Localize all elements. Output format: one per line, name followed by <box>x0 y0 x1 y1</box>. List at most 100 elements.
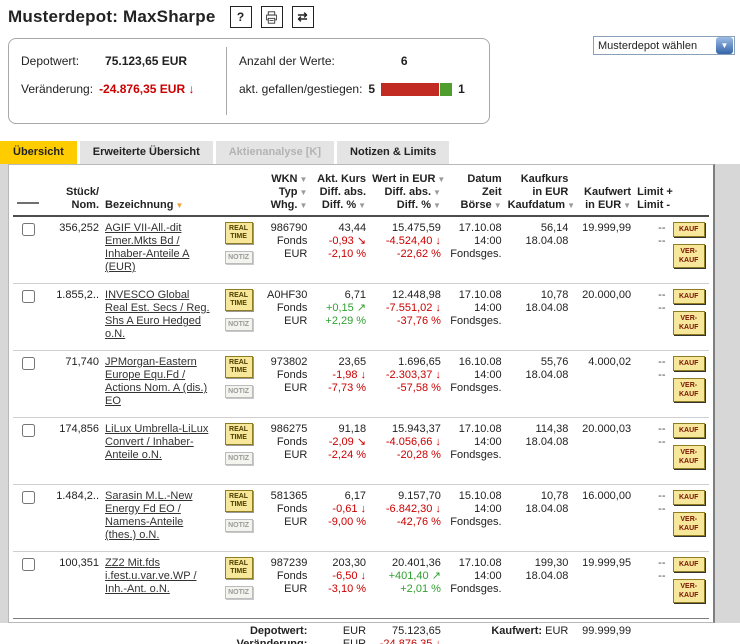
tab-1[interactable]: Übersicht <box>0 141 77 164</box>
kaufwert-cell: 20.000,03 <box>571 417 635 485</box>
fund-name-link[interactable]: Sarasin M.L.-New Energy Fd EO / Namens-A… <box>105 490 192 541</box>
boerse-value: Fondsges. <box>450 583 502 595</box>
notiz-badge[interactable]: NOTIZ <box>224 586 253 599</box>
header-label: in EUR <box>532 186 569 198</box>
wkn-value: 986275 <box>270 423 308 435</box>
row-checkbox[interactable] <box>21 223 35 236</box>
realtime-badge[interactable]: REAL TIME <box>224 222 253 244</box>
notiz-badge[interactable]: NOTIZ <box>224 452 253 465</box>
column-header-wert[interactable]: Wert in EUR ▼ Diff. abs. ▼ Diff. % ▼ <box>369 171 445 217</box>
zeit-value: 14:00 <box>474 436 502 448</box>
sort-arrow-icon[interactable]: ▼ <box>299 201 307 210</box>
fund-name-link[interactable]: ZZ2 Mit.fds i.fest.u.var.ve.WP / Inh.-An… <box>105 557 197 595</box>
kurs-value: 6,71 <box>344 289 367 301</box>
row-checkbox[interactable] <box>21 357 35 370</box>
order-buttons-cell: KAUF VER- KAUF <box>668 417 709 485</box>
print-button[interactable] <box>260 6 283 28</box>
row-checkbox[interactable] <box>21 290 35 303</box>
sort-arrow-icon[interactable]: ▼ <box>299 175 307 184</box>
kauf-button[interactable]: KAUF <box>672 356 705 371</box>
boerse-value: Fondsges. <box>450 248 502 260</box>
kaufkurs-cell: 10,78 18.04.08 <box>504 283 572 351</box>
anzahl-value: 6 <box>400 54 408 68</box>
kaufkurs-value: 199,30 <box>534 557 569 569</box>
refresh-button[interactable]: ⇄ <box>291 6 314 28</box>
table-row: 174,856 LiLux Umbrella-LiLux Convert / I… <box>13 417 709 485</box>
kurs-diff-pct: +2,29 % <box>325 315 367 327</box>
notiz-badge[interactable]: NOTIZ <box>224 385 253 398</box>
header-label: Datum <box>467 173 502 185</box>
column-header-wkn[interactable]: WKN ▼ Typ ▼ Whg. ▼ <box>259 171 311 217</box>
column-header-kaufwert[interactable]: Kaufwert in EUR ▼ <box>571 171 635 217</box>
kurs-diff-pct: -7,73 % <box>328 382 367 394</box>
kurs-cell: 6,71 +0,15 ↗ +2,29 % <box>310 283 370 351</box>
wert-diff-abs: -7.551,02 ↓ <box>385 302 441 314</box>
fund-name-link[interactable]: LiLux Umbrella-LiLux Convert / Inhaber-A… <box>105 423 208 461</box>
verkauf-button[interactable]: VER- KAUF <box>672 244 705 268</box>
notiz-badge[interactable]: NOTIZ <box>224 251 253 264</box>
kurs-diff-abs: -2,09 ↘ <box>328 436 367 448</box>
zeit-value: 14:00 <box>474 503 502 515</box>
sort-arrow-icon[interactable]: ▼ <box>623 201 631 210</box>
order-buttons-cell: KAUF VER- KAUF <box>668 216 709 284</box>
verkauf-button[interactable]: VER- KAUF <box>672 311 705 335</box>
verkauf-button[interactable]: VER- KAUF <box>672 445 705 469</box>
column-header-kaufkurs[interactable]: Kaufkurs in EUR Kaufdatum ▼ <box>504 171 575 217</box>
sort-arrow-icon[interactable]: ▼ <box>175 201 183 210</box>
limit-minus: -- <box>658 503 666 515</box>
depot-select-dropdown[interactable]: Musterdepot wählen ▼ <box>593 36 735 55</box>
whg-value: EUR <box>284 248 308 260</box>
realtime-badge[interactable]: REAL TIME <box>224 490 253 512</box>
realtime-badge[interactable]: REAL TIME <box>224 557 253 579</box>
row-checkbox[interactable] <box>21 424 35 437</box>
sort-arrow-icon[interactable]: ▼ <box>358 201 366 210</box>
notiz-badge[interactable]: NOTIZ <box>224 318 253 331</box>
verkauf-button[interactable]: VER- KAUF <box>672 512 705 536</box>
tab-2[interactable]: Erweiterte Übersicht <box>79 141 213 164</box>
verkauf-button[interactable]: VER- KAUF <box>672 579 705 603</box>
row-checkbox[interactable] <box>21 491 35 504</box>
fallen-count: 5 <box>368 82 376 96</box>
realtime-badge[interactable]: REAL TIME <box>224 423 253 445</box>
veraenderung-value: -24.876,35 EUR ↓ <box>99 82 195 96</box>
help-button[interactable]: ? <box>229 6 252 28</box>
row-checkbox[interactable] <box>21 558 35 571</box>
realtime-badge[interactable]: REAL TIME <box>224 356 253 378</box>
printer-icon <box>266 10 277 24</box>
kauf-button[interactable]: KAUF <box>672 222 705 237</box>
chevron-down-icon[interactable]: ▼ <box>716 37 733 54</box>
sort-arrow-icon[interactable]: ▼ <box>433 201 441 210</box>
realtime-badge[interactable]: REAL TIME <box>224 289 253 311</box>
fund-name-link[interactable]: INVESCO Global Real Est. Secs / Reg. Shs… <box>105 289 210 340</box>
depotwert-label: Depotwert: <box>21 54 80 68</box>
kauf-button[interactable]: KAUF <box>672 289 705 304</box>
kurs-diff-abs: -6,50 ↓ <box>332 570 367 582</box>
kauf-button[interactable]: KAUF <box>672 423 705 438</box>
zeit-value: 14:00 <box>474 235 502 247</box>
fund-name-link[interactable]: JPMorgan-Eastern Europe Equ.Fd / Actions… <box>105 356 207 407</box>
column-header-kurs[interactable]: Akt. Kurs Diff. abs. Diff. % ▼ <box>310 171 370 217</box>
notiz-badge[interactable]: NOTIZ <box>224 519 253 532</box>
kauf-button[interactable]: KAUF <box>672 557 705 572</box>
tab-4[interactable]: Notizen & Limits <box>337 141 450 164</box>
typ-value: Fonds <box>276 570 308 582</box>
fund-name-link[interactable]: AGIF VII-All.-dit Emer.Mkts Bd / Inhaber… <box>105 222 189 273</box>
sort-arrow-icon[interactable]: ▼ <box>567 201 575 210</box>
wert-diff-pct: +2,01 % <box>400 583 441 595</box>
badges-cell: REAL TIME NOTIZ <box>217 350 260 418</box>
sort-arrow-icon[interactable]: ▼ <box>299 188 307 197</box>
kurs-diff-pct: -2,24 % <box>328 449 367 461</box>
column-header-name[interactable]: Bezeichnung ▼ <box>102 171 218 217</box>
footer-kaufwert-label: Kaufwert: <box>491 625 543 637</box>
sort-arrow-icon[interactable]: ▼ <box>494 201 502 210</box>
sort-arrow-icon[interactable]: ▼ <box>433 188 441 197</box>
verkauf-button[interactable]: VER- KAUF <box>672 378 705 402</box>
summary-right: Anzahl der Werte: 6 akt. gefallen/gestie… <box>227 39 475 123</box>
kaufkurs-cell: 199,30 18.04.08 <box>504 551 572 619</box>
wert-cell: 15.943,37 -4.056,66 ↓ -20,28 % <box>369 417 444 485</box>
column-header-datum[interactable]: Datum Zeit Börse ▼ <box>443 171 505 217</box>
kauf-button[interactable]: KAUF <box>672 490 705 505</box>
sort-arrow-icon[interactable]: ▼ <box>437 175 445 184</box>
kurs-cell: 203,30 -6,50 ↓ -3,10 % <box>310 551 370 619</box>
table-row: 356,252 AGIF VII-All.-dit Emer.Mkts Bd /… <box>13 216 709 284</box>
